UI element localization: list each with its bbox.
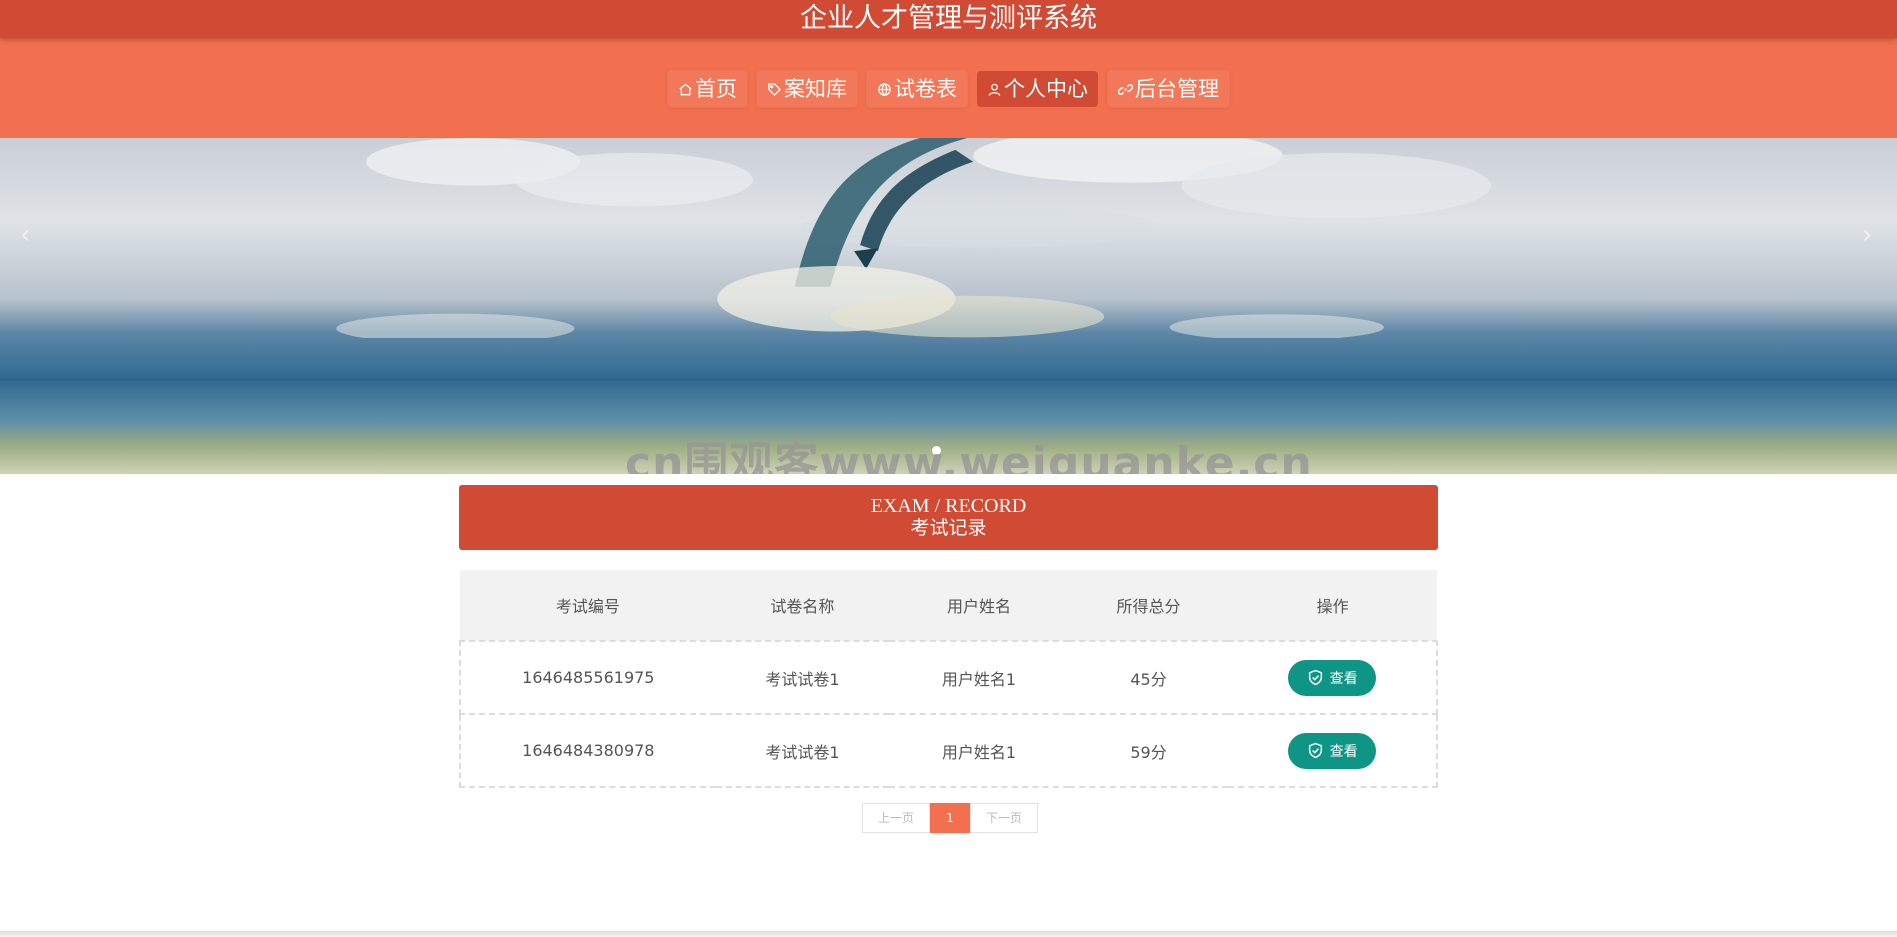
nav-bar: 首页 案知库 试卷表 个人中心 后台管理 <box>0 38 1897 138</box>
nav-item-home[interactable]: 首页 <box>668 71 747 107</box>
view-button-label: 查看 <box>1329 670 1358 687</box>
cell-paper: 考试试卷1 <box>715 713 890 788</box>
nav-list: 首页 案知库 试卷表 个人中心 后台管理 <box>0 71 1897 107</box>
cell-user: 用户姓名1 <box>889 713 1069 788</box>
carousel-next-icon[interactable]: › <box>1862 220 1872 250</box>
section-title-cn: 考试记录 <box>910 517 987 539</box>
user-icon <box>988 83 1001 96</box>
nav-item-admin[interactable]: 后台管理 <box>1108 71 1229 107</box>
banner-carousel: ‹ › cn围观客www.weiguanke.cn <box>0 138 1897 474</box>
table-row: 1646485561975 考试试卷1 用户姓名1 45分 查看 <box>459 640 1438 715</box>
section-title-en: EXAM / RECORD <box>870 495 1027 517</box>
page-bottom-border <box>0 931 1897 937</box>
next-page-button[interactable]: 下一页 <box>970 803 1038 833</box>
shield-check-icon <box>1308 742 1322 759</box>
table-row: 1646484380978 考试试卷1 用户姓名1 59分 查看 <box>459 713 1438 788</box>
nav-item-knowledge[interactable]: 案知库 <box>757 71 857 107</box>
carousel-prev-icon[interactable]: ‹ <box>20 220 30 250</box>
cell-exam-id: 1646485561975 <box>459 640 716 715</box>
prev-page-button[interactable]: 上一页 <box>862 803 930 833</box>
cell-paper: 考试试卷1 <box>715 640 890 715</box>
link-icon <box>1118 83 1133 95</box>
column-header-exam-id: 考试编号 <box>460 570 716 641</box>
sea-horizon <box>0 378 1897 381</box>
globe-icon <box>878 82 891 96</box>
exam-record-table: 考试编号 试卷名称 用户姓名 所得总分 操作 1646485561975 考试试… <box>459 570 1438 788</box>
home-icon <box>679 82 692 95</box>
shield-check-icon <box>1308 669 1322 686</box>
nav-item-label: 后台管理 <box>1135 77 1219 101</box>
table-header-row: 考试编号 试卷名称 用户姓名 所得总分 操作 <box>460 570 1437 641</box>
watermark: cn围观客www.weiguanke.cn <box>625 438 1313 474</box>
nav-item-profile[interactable]: 个人中心 <box>977 71 1098 107</box>
page-number-current[interactable]: 1 <box>930 803 970 833</box>
banner-image <box>336 138 1492 338</box>
cell-exam-id: 1646484380978 <box>459 713 716 788</box>
view-button-label: 查看 <box>1329 743 1358 760</box>
nav-item-label: 个人中心 <box>1004 77 1088 101</box>
nav-item-label: 案知库 <box>784 77 847 101</box>
column-header-paper: 试卷名称 <box>715 570 890 641</box>
pagination: 上一页 1 下一页 <box>862 803 1038 833</box>
nav-item-label: 首页 <box>695 77 737 101</box>
view-button[interactable]: 查看 <box>1288 732 1377 769</box>
nav-item-label: 试卷表 <box>894 77 957 101</box>
cell-action: 查看 <box>1228 713 1438 788</box>
cell-action: 查看 <box>1228 640 1438 715</box>
column-header-user: 用户姓名 <box>889 570 1069 641</box>
cell-score: 59分 <box>1068 713 1229 788</box>
cell-score: 45分 <box>1068 640 1229 715</box>
section-header: EXAM / RECORD 考试记录 <box>459 485 1438 550</box>
tag-icon <box>768 82 782 96</box>
view-button[interactable]: 查看 <box>1288 659 1377 696</box>
cell-user: 用户姓名1 <box>889 640 1069 715</box>
column-header-action: 操作 <box>1228 570 1437 641</box>
app-title: 企业人才管理与测评系统 <box>0 0 1897 38</box>
column-header-score: 所得总分 <box>1068 570 1229 641</box>
nav-item-papers[interactable]: 试卷表 <box>867 71 967 107</box>
